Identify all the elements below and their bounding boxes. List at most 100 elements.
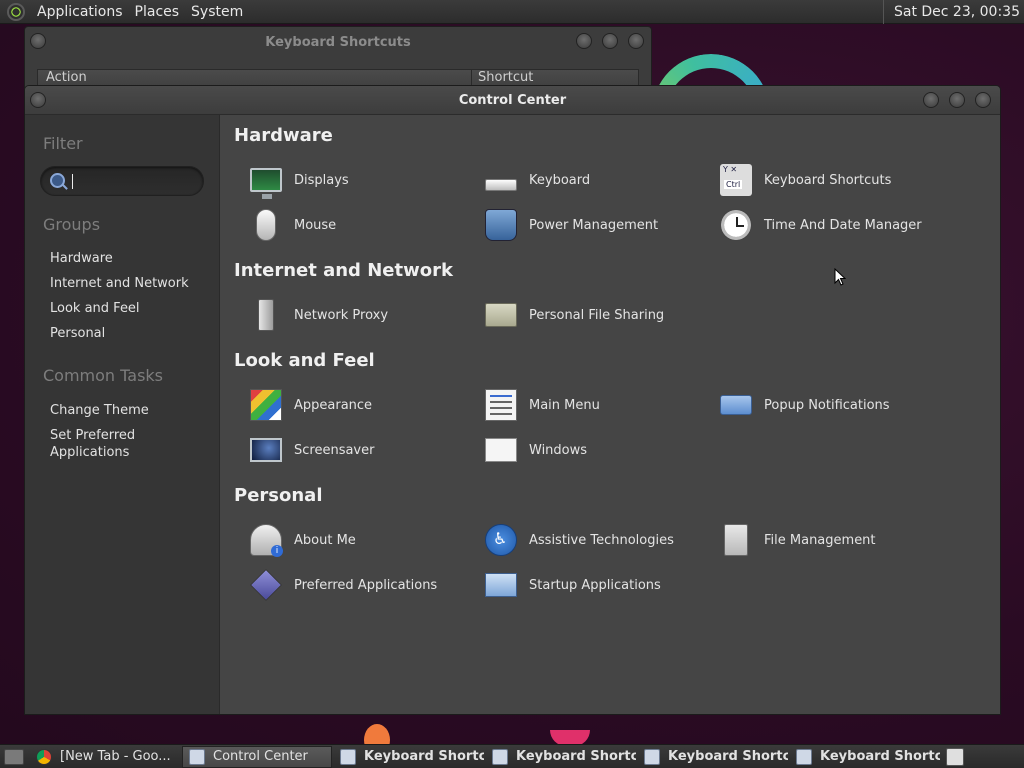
applets-panel: Hardware Displays Keyboard Keyboard Shor…: [220, 115, 1000, 714]
applet-label: Popup Notifications: [764, 397, 890, 413]
taskbar-item-label: Keyboard Shortc...: [668, 749, 788, 764]
control-center-icon: [189, 748, 205, 765]
group-link-hardware[interactable]: Hardware: [50, 251, 189, 276]
applet-label: Windows: [529, 442, 588, 458]
taskbar-item-keyboard-shortcuts[interactable]: Keyboard Shortc...: [790, 746, 940, 768]
applet-preferred-applications[interactable]: Preferred Applications: [250, 567, 437, 603]
text-caret: [72, 174, 73, 189]
applet-network-proxy[interactable]: Network Proxy: [250, 297, 388, 333]
applet-time-and-date[interactable]: Time And Date Manager: [720, 207, 922, 243]
taskbar-item-label: [New Tab - Goo...: [60, 749, 171, 764]
applet-label: Preferred Applications: [294, 577, 438, 593]
menu-applications[interactable]: Applications: [33, 4, 131, 20]
applet-windows[interactable]: Windows: [485, 432, 587, 468]
display-icon: [250, 168, 282, 199]
task-list: Change Theme Set Preferred Applications: [50, 402, 210, 469]
group-link-personal[interactable]: Personal: [50, 326, 189, 351]
taskbar-item-browser[interactable]: [New Tab - Goo...: [30, 746, 180, 768]
taskbar-item-control-center[interactable]: Control Center: [182, 745, 332, 768]
panel-clock[interactable]: Sat Dec 23, 00:35: [882, 0, 1024, 24]
section-title-personal: Personal: [234, 485, 323, 506]
close-button[interactable]: [628, 33, 644, 49]
applet-label: Time And Date Manager: [764, 217, 922, 233]
keyboard-icon: [485, 179, 517, 191]
maximize-button[interactable]: [602, 33, 618, 49]
preferred-applications-icon: [250, 569, 282, 601]
applet-label: Power Management: [529, 217, 659, 233]
taskbar-item-label: Keyboard Shortc...: [364, 749, 484, 764]
applet-power-management[interactable]: Power Management: [485, 207, 658, 243]
applet-keyboard-shortcuts[interactable]: Keyboard Shortcuts: [720, 162, 891, 198]
distro-logo-icon[interactable]: [7, 2, 25, 21]
applet-label: Mouse: [294, 217, 337, 233]
applet-about-me[interactable]: About Me: [250, 522, 356, 558]
applet-assistive-technologies[interactable]: Assistive Technologies: [485, 522, 674, 558]
applet-appearance[interactable]: Appearance: [250, 387, 372, 423]
section-title-internet-and-network: Internet and Network: [234, 260, 453, 281]
taskbar-item-keyboard-shortcuts[interactable]: Keyboard Shortc...: [486, 746, 636, 768]
applet-label: Keyboard: [529, 172, 591, 188]
groups-heading: Groups: [43, 215, 101, 234]
keyboard-shortcuts-icon: [340, 748, 356, 765]
group-link-internet-and-network[interactable]: Internet and Network: [50, 276, 189, 301]
applet-label: Network Proxy: [294, 307, 389, 323]
applet-label: Keyboard Shortcuts: [764, 172, 892, 188]
file-management-icon: [724, 524, 748, 556]
folder-icon: [485, 303, 517, 327]
accessibility-icon: [485, 524, 517, 556]
applet-file-management[interactable]: File Management: [720, 522, 876, 558]
search-input[interactable]: [40, 166, 204, 196]
keyboard-shortcuts-icon: [644, 748, 660, 765]
mouse-icon: [256, 209, 276, 241]
clock-icon: [720, 209, 752, 241]
minimize-button[interactable]: [576, 33, 592, 49]
applet-label: Assistive Technologies: [529, 532, 674, 548]
window-title: Control Center: [458, 92, 567, 108]
task-link-set-preferred-applications[interactable]: Set Preferred Applications: [50, 427, 210, 461]
filter-heading: Filter: [43, 134, 83, 153]
maximize-button[interactable]: [949, 92, 965, 108]
close-button[interactable]: [975, 92, 991, 108]
applet-keyboard[interactable]: Keyboard: [485, 162, 590, 198]
taskbar-item-keyboard-shortcuts[interactable]: Keyboard Shortc...: [638, 746, 788, 768]
keyboard-shortcuts-icon: [796, 748, 812, 765]
applet-personal-file-sharing[interactable]: Personal File Sharing: [485, 297, 664, 333]
applet-label: Appearance: [294, 397, 373, 413]
applet-label: File Management: [764, 532, 876, 548]
applet-label: Main Menu: [529, 397, 600, 413]
windows-icon: [485, 438, 517, 462]
minimize-button[interactable]: [923, 92, 939, 108]
network-proxy-icon: [258, 299, 274, 331]
screensaver-icon: [250, 438, 282, 462]
applet-label: Personal File Sharing: [529, 307, 665, 323]
control-center-window: Control Center Filter Groups Hardware In…: [24, 85, 1001, 715]
applet-label: Startup Applications: [529, 577, 661, 593]
applet-mouse[interactable]: Mouse: [250, 207, 336, 243]
top-panel: Applications Places System Sat Dec 23, 0…: [0, 0, 1024, 24]
sidebar: Filter Groups Hardware Internet and Netw…: [25, 115, 220, 714]
menu-system[interactable]: System: [187, 4, 251, 20]
applet-main-menu[interactable]: Main Menu: [485, 387, 600, 423]
applet-screensaver[interactable]: Screensaver: [250, 432, 374, 468]
window-menu-button[interactable]: [30, 92, 46, 108]
window-titlebar[interactable]: Control Center: [25, 86, 1000, 115]
section-title-look-and-feel: Look and Feel: [234, 350, 375, 371]
main-menu-icon: [485, 389, 517, 421]
applet-popup-notifications[interactable]: Popup Notifications: [720, 387, 890, 423]
section-title-hardware: Hardware: [234, 125, 333, 146]
menu-places[interactable]: Places: [131, 4, 188, 20]
taskbar-item-keyboard-shortcuts[interactable]: Keyboard Shortc...: [334, 746, 484, 768]
popup-notifications-icon: [720, 395, 752, 415]
show-desktop-icon[interactable]: [4, 748, 24, 765]
search-icon: [50, 173, 65, 188]
task-link-change-theme[interactable]: Change Theme: [50, 402, 210, 419]
applet-displays[interactable]: Displays: [250, 162, 349, 199]
applet-label: About Me: [294, 532, 356, 548]
startup-applications-icon: [485, 573, 517, 597]
taskbar-item-label: Keyboard Shortc...: [516, 749, 636, 764]
applet-label: Screensaver: [294, 442, 375, 458]
applet-startup-applications[interactable]: Startup Applications: [485, 567, 661, 603]
window-title: Keyboard Shortcuts: [265, 34, 411, 50]
workspace-switcher-icon[interactable]: [946, 747, 964, 766]
group-link-look-and-feel[interactable]: Look and Feel: [50, 301, 189, 326]
